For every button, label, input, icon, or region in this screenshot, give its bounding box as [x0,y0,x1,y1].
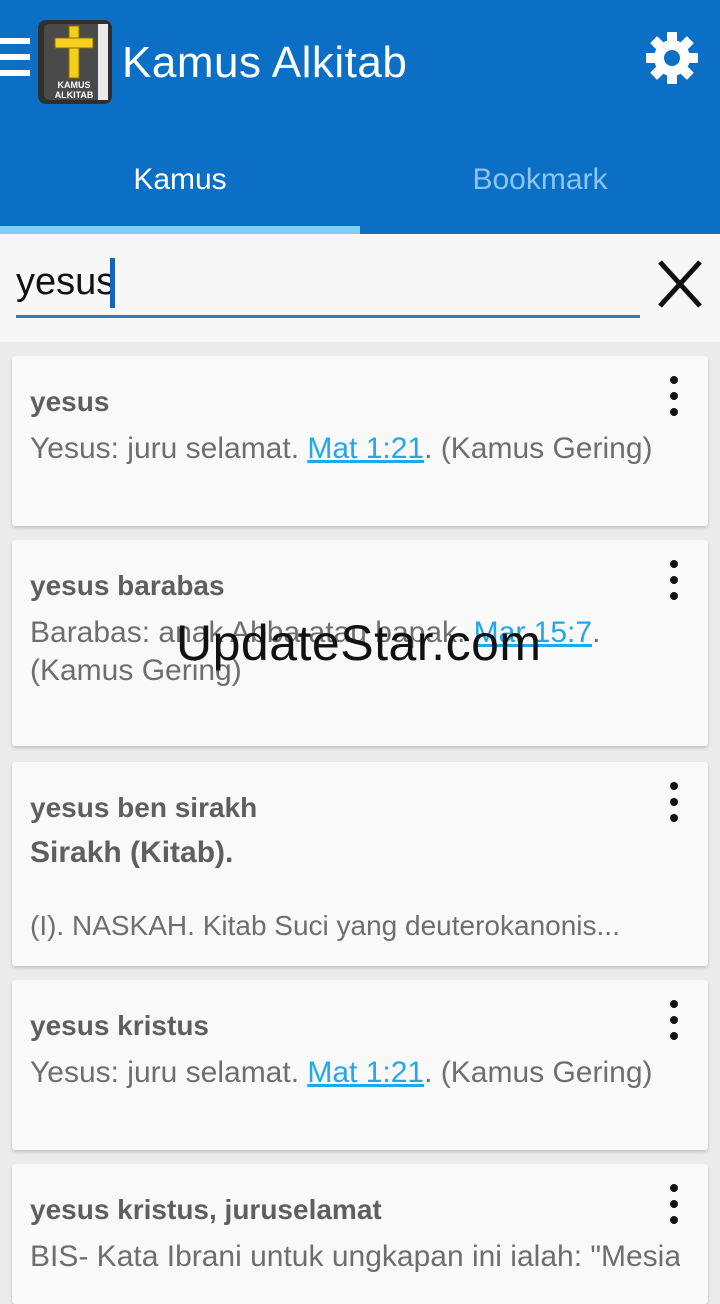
verse-link[interactable]: Mat 1:21 [307,432,424,465]
entry-term: yesus kristus, juruselamat [30,1194,382,1225]
gear-icon[interactable] [646,32,698,84]
entry-description: Yesus: juru selamat. Mat 1:21. (Kamus Ge… [30,432,653,465]
list-item[interactable]: yesus barabas Barabas: anak Abba atau ba… [12,540,708,746]
entry-snippet: (I). NASKAH. Kitab Suci yang deuterokano… [30,910,620,941]
close-icon[interactable] [654,256,706,312]
tab-bookmark[interactable]: Bookmark [360,130,720,234]
svg-text:ALKITAB: ALKITAB [55,90,94,100]
more-vert-icon[interactable] [666,782,682,822]
app-bar: KAMUS ALKITAB Kamus Alkitab [0,0,720,130]
search-area [0,234,720,342]
entry-subtitle: Sirakh (Kitab). [30,836,234,869]
list-item[interactable]: yesus ben sirakh Sirakh (Kitab). (I). NA… [12,762,708,966]
more-vert-icon[interactable] [666,1000,682,1040]
entry-term: yesus barabas [30,570,225,601]
entry-term: yesus kristus [30,1010,209,1041]
more-vert-icon[interactable] [666,1184,682,1224]
more-vert-icon[interactable] [666,560,682,600]
verse-link[interactable]: Mar 15:7 [474,616,592,649]
list-item[interactable]: yesus Yesus: juru selamat. Mat 1:21. (Ka… [12,356,708,526]
tab-bar: Kamus Bookmark [0,130,720,234]
entry-term: yesus ben sirakh [30,792,258,823]
tab-kamus[interactable]: Kamus [0,130,360,234]
entry-description: BIS- Kata Ibrani untuk ungkapan ini iala… [30,1240,680,1273]
entry-description: Yesus: juru selamat. Mat 1:21. (Kamus Ge… [30,1056,653,1089]
active-tab-indicator [0,226,360,234]
list-item[interactable]: yesus kristus Yesus: juru selamat. Mat 1… [12,980,708,1150]
entry-description: Barabas: anak Abba atau bapak. Mar 15:7.… [30,616,601,687]
app-logo: KAMUS ALKITAB [38,20,112,104]
app-title: Kamus Alkitab [122,38,408,87]
menu-icon[interactable] [0,38,30,84]
list-item[interactable]: yesus kristus, juruselamat BIS- Kata Ibr… [12,1164,708,1304]
more-vert-icon[interactable] [666,376,682,416]
verse-link[interactable]: Mat 1:21 [307,1056,424,1089]
text-caret [110,258,115,308]
entry-term: yesus [30,386,110,417]
svg-text:KAMUS: KAMUS [58,80,91,90]
